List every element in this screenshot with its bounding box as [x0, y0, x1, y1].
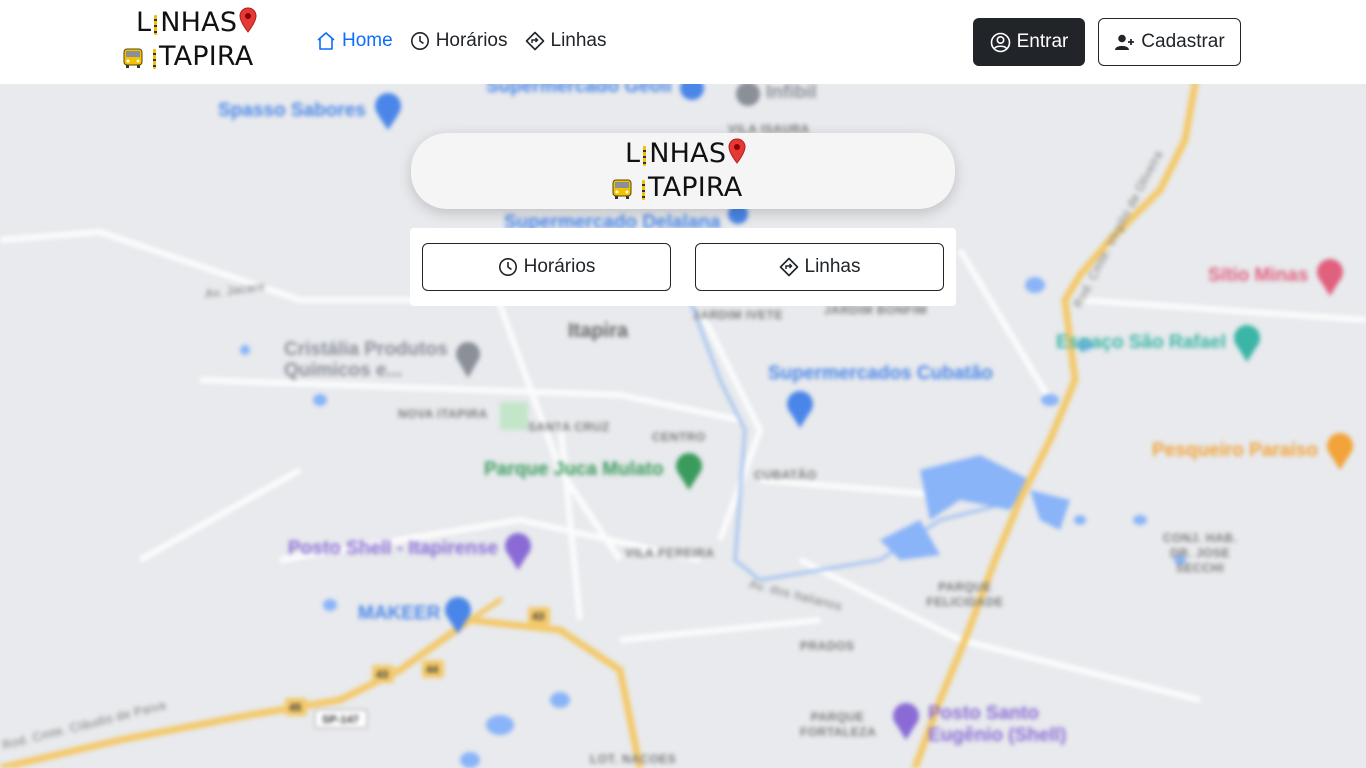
clock-icon [498, 258, 517, 276]
map-poi-label: Pesqueiro Paraíso [1152, 440, 1318, 461]
svg-text:SP-147: SP-147 [322, 714, 359, 726]
bus-icon [612, 179, 632, 199]
hero-linhas-button[interactable]: Linhas [695, 243, 944, 291]
brand-logo-i-stripe [154, 14, 158, 35]
nav-horarios[interactable]: Horários [410, 30, 508, 52]
map-poi-label: Cristália Produtos Químicos e... [284, 339, 448, 381]
map-area-label: PRADOS [800, 639, 855, 653]
map-poi-label: Espaço São Rafael [1056, 332, 1227, 353]
map-area-label: LOT. NACOES [590, 752, 677, 766]
brand-logo-line2: TAPIRA [159, 41, 254, 72]
svg-text:45: 45 [289, 702, 301, 714]
map-area-label: VILA PEREIRA [625, 546, 715, 560]
map-area-label: CONJ. HAB. DR. JOSE SECCHI [1162, 531, 1238, 575]
brand-logo-line2: TAPIRA [648, 172, 743, 203]
map-area-label: SANTA CRUZ [528, 420, 610, 434]
nav-linhas-label: Linhas [550, 30, 607, 51]
map-poi-label: Posto Shell - Itapirense [288, 538, 499, 559]
map-poi-label: MAKEER [358, 603, 441, 624]
svg-text:44: 44 [426, 664, 439, 676]
brand-logo-i-stripe [643, 145, 647, 166]
svg-text:43: 43 [376, 669, 388, 681]
map-pin-icon [728, 138, 746, 164]
map-poi-label: Parque Juca Mulato [484, 459, 664, 480]
user-plus-icon [1115, 34, 1135, 50]
map-area-label: PARQUE FORTALEZA [800, 710, 877, 739]
map-poi-label: Spasso Sabores [218, 100, 366, 121]
map-area-label: CENTRO [652, 430, 706, 444]
map-area-label: JARDIM IVETE [693, 308, 784, 322]
map-poi-label: Sítio Minas [1208, 265, 1309, 286]
top-navbar: L NHAS TAPIRA Home Horários Linhas Entrar… [0, 0, 1366, 84]
map-poi-label: Infibil [766, 84, 817, 103]
brand-logo-letter-l: L [625, 138, 641, 169]
map-area-label: NOVA ITAPIRA [398, 407, 488, 421]
map-poi-label: Supermercado Geoli [486, 84, 672, 97]
brand-logo-line1-rest: NHAS [649, 138, 727, 169]
login-button[interactable]: Entrar [973, 18, 1085, 66]
brand-logo[interactable]: L NHAS TAPIRA [122, 6, 272, 76]
nav-home[interactable]: Home [316, 30, 393, 52]
signup-button-label: Cadastrar [1141, 31, 1225, 52]
clock-icon [410, 32, 429, 50]
nav-linhas[interactable]: Linhas [525, 30, 607, 52]
map-city-label: Itapira [568, 320, 629, 342]
hero-brand-logo: L NHAS TAPIRA [611, 137, 761, 207]
signpost-icon [525, 31, 544, 51]
bus-icon [123, 48, 143, 68]
signpost-icon [779, 257, 798, 277]
nav-home-label: Home [342, 30, 393, 51]
brand-logo-line1-rest: NHAS [160, 7, 238, 38]
house-icon [317, 32, 335, 50]
signup-button[interactable]: Cadastrar [1098, 18, 1241, 66]
brand-logo-letter-l: L [136, 7, 152, 38]
map-area-label: CUBATÃO [754, 468, 817, 482]
hero-logo-card: L NHAS TAPIRA [411, 133, 955, 209]
map-pin-icon [239, 7, 257, 33]
brand-logo-i-stripe [153, 48, 156, 69]
hero-horarios-label: Horários [523, 256, 596, 277]
hero-button-panel: Horários Linhas [410, 228, 956, 306]
user-circle-icon [990, 32, 1010, 52]
map-area-label: PARQUE FELICIDADE [926, 580, 1004, 609]
login-button-label: Entrar [1016, 31, 1069, 52]
map-poi-label: Posto Santo Eugênio (Shell) [928, 703, 1067, 746]
brand-logo-i-stripe [642, 179, 645, 200]
map-poi-label: Supermercados Cubatão [768, 363, 993, 384]
svg-text:43: 43 [532, 611, 544, 623]
nav-horarios-label: Horários [435, 30, 508, 51]
hero-horarios-button[interactable]: Horários [422, 243, 671, 291]
hero-linhas-label: Linhas [804, 256, 861, 277]
main-nav: Home Horários Linhas [316, 30, 607, 52]
